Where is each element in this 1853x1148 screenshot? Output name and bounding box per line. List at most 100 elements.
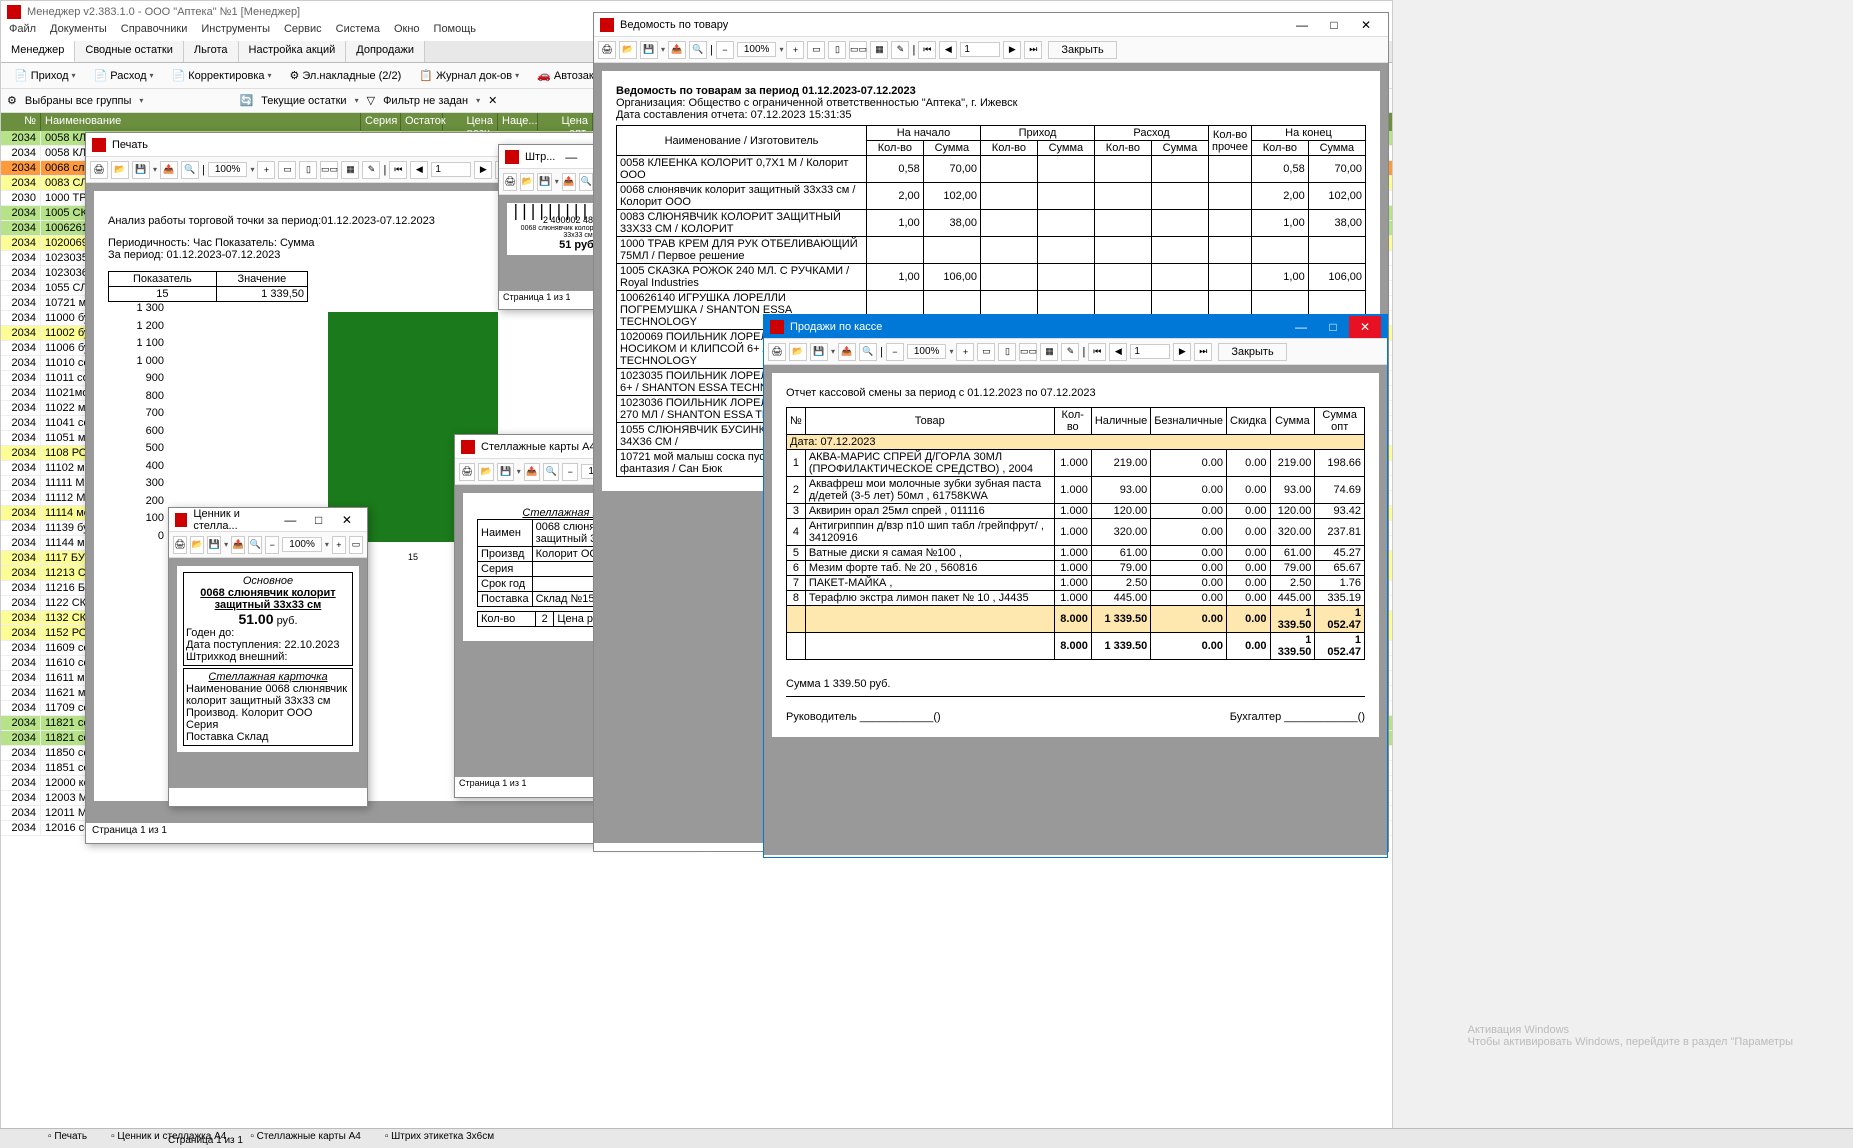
save-icon[interactable]: 💾 (497, 463, 513, 481)
search-icon[interactable]: 🔍 (579, 173, 593, 191)
zoom-in-icon[interactable]: + (257, 161, 275, 179)
edit-icon[interactable]: ✎ (891, 41, 909, 59)
close-button[interactable]: Закрыть (1048, 41, 1116, 59)
refresh-icon[interactable]: 🔄 (239, 94, 253, 107)
save-icon[interactable]: 💾 (640, 41, 658, 59)
export-icon[interactable]: 📤 (668, 41, 686, 59)
two-page-icon[interactable]: ▭▭ (1019, 343, 1037, 361)
tab[interactable]: Сводные остатки (75, 41, 184, 62)
print-icon[interactable]: 🖨 (503, 173, 517, 191)
minimize-button[interactable]: — (1285, 316, 1317, 338)
tab[interactable]: Менеджер (1, 41, 75, 62)
zoom-box[interactable]: 100% (737, 42, 777, 57)
first-page-icon[interactable]: ⏮ (389, 161, 407, 179)
open-icon[interactable]: 📂 (619, 41, 637, 59)
filter-label[interactable]: Фильтр не задан (383, 95, 468, 107)
close-button[interactable]: Закрыть (1218, 343, 1286, 361)
zoom-out-icon[interactable]: − (562, 463, 578, 481)
menu-item[interactable]: Помощь (434, 23, 477, 41)
search-icon[interactable]: 🔍 (248, 536, 262, 554)
maximize-button[interactable]: □ (1318, 14, 1350, 36)
grid-icon[interactable]: ▦ (1040, 343, 1058, 361)
next-page-icon[interactable]: ▶ (1003, 41, 1021, 59)
close-button[interactable]: ✕ (1349, 316, 1381, 338)
zoom-box[interactable]: 100% (208, 162, 248, 177)
next-page-icon[interactable]: ▶ (474, 161, 492, 179)
two-page-icon[interactable]: ▭▭ (849, 41, 867, 59)
col-nacenka[interactable]: Наце... (498, 113, 538, 131)
export-icon[interactable]: 📤 (562, 173, 576, 191)
menu-item[interactable]: Окно (394, 23, 420, 41)
zoom-in-icon[interactable]: + (786, 41, 804, 59)
tab[interactable]: Льгота (184, 41, 239, 62)
search-icon[interactable]: 🔍 (859, 343, 877, 361)
menu-item[interactable]: Система (336, 23, 380, 41)
fit-width-icon[interactable]: ▭ (807, 41, 825, 59)
page-input[interactable] (1130, 344, 1170, 359)
search-icon[interactable]: 🔍 (181, 161, 199, 179)
maximize-button[interactable]: □ (305, 509, 333, 531)
close-button[interactable]: ✕ (1350, 14, 1382, 36)
groups-dropdown[interactable]: Выбраны все группы (25, 95, 132, 107)
tab[interactable]: Допродажи (346, 41, 425, 62)
zoom-box[interactable]: 100% (907, 344, 947, 359)
enakladnye-button[interactable]: ⚙Эл.накладные (2/2) (283, 66, 409, 85)
open-icon[interactable]: 📂 (190, 536, 204, 554)
prihod-button[interactable]: 📄Приход▾ (7, 66, 83, 85)
prev-page-icon[interactable]: ◀ (939, 41, 957, 59)
menu-item[interactable]: Документы (50, 23, 107, 41)
menu-item[interactable]: Файл (9, 23, 36, 41)
page-input[interactable] (960, 42, 1000, 57)
minimize-button[interactable]: — (276, 509, 304, 531)
last-page-icon[interactable]: ⏭ (1194, 343, 1212, 361)
gear-icon[interactable]: ⚙ (7, 94, 17, 107)
two-page-icon[interactable]: ▭▭ (320, 161, 338, 179)
footer-tab[interactable]: ▫ Печать (40, 1129, 95, 1148)
minimize-button[interactable]: — (1286, 14, 1318, 36)
fit-width-icon[interactable]: ▭ (977, 343, 995, 361)
fit-page-icon[interactable]: ▯ (299, 161, 317, 179)
first-page-icon[interactable]: ⏮ (918, 41, 936, 59)
rashod-button[interactable]: 📄Расход▾ (87, 66, 161, 85)
save-icon[interactable]: 💾 (537, 173, 551, 191)
print-icon[interactable]: 🖨 (459, 463, 475, 481)
first-page-icon[interactable]: ⏮ (1088, 343, 1106, 361)
tab[interactable]: Настройка акций (239, 41, 347, 62)
last-page-icon[interactable]: ⏭ (1024, 41, 1042, 59)
export-icon[interactable]: 📤 (160, 161, 178, 179)
fit-page-icon[interactable]: ▯ (828, 41, 846, 59)
fit-width-icon[interactable]: ▭ (278, 161, 296, 179)
footer-tab[interactable]: ▫ Штрих этикетка 3х6см (377, 1129, 502, 1148)
open-icon[interactable]: 📂 (789, 343, 807, 361)
export-icon[interactable]: 📤 (524, 463, 540, 481)
footer-tab[interactable]: ▫ Стеллажные карты А4 (242, 1129, 369, 1148)
ostatki-dropdown[interactable]: Текущие остатки (261, 95, 346, 107)
zoom-out-icon[interactable]: − (265, 536, 279, 554)
menu-item[interactable]: Сервис (284, 23, 322, 41)
zhurnal-button[interactable]: 📋Журнал док-ов▾ (412, 66, 526, 85)
menu-item[interactable]: Справочники (121, 23, 188, 41)
print-icon[interactable]: 🖨 (173, 536, 187, 554)
export-icon[interactable]: 📤 (838, 343, 856, 361)
next-page-icon[interactable]: ▶ (1173, 343, 1191, 361)
save-icon[interactable]: 💾 (207, 536, 221, 554)
korr-button[interactable]: 📄Корректировка▾ (165, 66, 279, 85)
open-icon[interactable]: 📂 (478, 463, 494, 481)
zoom-in-icon[interactable]: + (956, 343, 974, 361)
save-icon[interactable]: 💾 (132, 161, 150, 179)
prev-page-icon[interactable]: ◀ (410, 161, 428, 179)
grid-icon[interactable]: ▦ (341, 161, 359, 179)
col-lot[interactable]: № (1, 113, 41, 131)
zoom-box[interactable]: 100% (282, 537, 322, 552)
col-opt[interactable]: Цена опт. (538, 113, 593, 131)
close-button[interactable]: ✕ (333, 509, 361, 531)
zoom-out-icon[interactable]: − (886, 343, 904, 361)
page-input[interactable] (431, 162, 471, 177)
edit-icon[interactable]: ✎ (1061, 343, 1079, 361)
save-icon[interactable]: 💾 (810, 343, 828, 361)
export-icon[interactable]: 📤 (231, 536, 245, 554)
print-icon[interactable]: 🖨 (90, 161, 108, 179)
col-name[interactable]: Наименование (41, 113, 361, 131)
grid-icon[interactable]: ▦ (870, 41, 888, 59)
prev-page-icon[interactable]: ◀ (1109, 343, 1127, 361)
